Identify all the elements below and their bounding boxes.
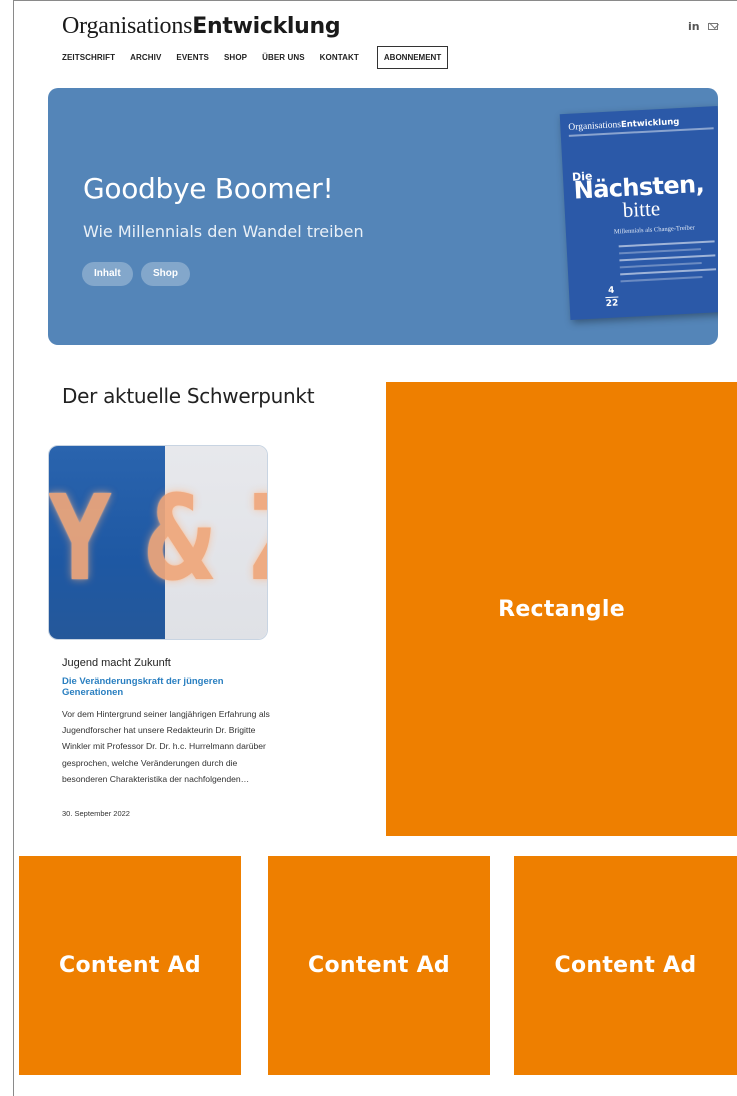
article-teaser: Vor dem Hintergrund seiner langjährigen …	[62, 709, 270, 784]
content-ad-2[interactable]: Content Ad	[268, 856, 490, 1075]
mail-icon[interactable]	[707, 23, 718, 30]
cover-year: 22	[605, 298, 619, 310]
cover-headline-2: bitte	[622, 196, 661, 223]
nav-item-kontakt[interactable]: KONTAKT	[320, 53, 359, 62]
abonnement-button[interactable]: ABONNEMENT	[376, 46, 449, 69]
cover-logo-part2: Entwicklung	[620, 117, 680, 131]
hero-inhalt-button[interactable]: Inhalt	[82, 262, 133, 286]
content-ad-1[interactable]: Content Ad	[19, 856, 241, 1075]
social-links: in	[688, 20, 718, 33]
magazine-cover[interactable]: OrganisationsEntwicklung Die Nächsten, b…	[559, 106, 718, 320]
site-logo[interactable]: OrganisationsEntwicklung	[62, 12, 341, 41]
nav-item-shop[interactable]: SHOP	[224, 53, 247, 62]
article-image-text: Y & Z	[49, 469, 267, 607]
nav-item-zeitschrift[interactable]: ZEITSCHRIFT	[62, 53, 115, 62]
article-date: 30. September 2022	[62, 809, 130, 818]
logo-text-part2: Entwicklung	[192, 14, 341, 39]
section-title: Der aktuelle Schwerpunkt	[62, 384, 315, 408]
cover-contents-lines	[618, 240, 717, 287]
article-headline-link[interactable]: Die Veränderungskraft der jüngeren Gener…	[62, 676, 262, 698]
rectangle-ad[interactable]: Rectangle	[386, 382, 737, 836]
content-ad-3[interactable]: Content Ad	[514, 856, 737, 1075]
cover-logo-part1: Organisations	[568, 120, 622, 133]
hero-shop-button[interactable]: Shop	[141, 262, 190, 286]
cover-subline: Millennials als Change-Treiber	[613, 224, 696, 236]
cover-issue: 4	[607, 285, 615, 296]
nav-item-events[interactable]: EVENTS	[176, 53, 209, 62]
main-nav: ZEITSCHRIFT ARCHIV EVENTS SHOP ÜBER UNS …	[62, 46, 449, 69]
logo-text-part1: Organisations	[62, 13, 193, 39]
nav-item-archiv[interactable]: ARCHIV	[130, 53, 161, 62]
cover-issue-number: 4 22	[605, 285, 619, 310]
article-image[interactable]: Y & Z	[48, 445, 268, 640]
article-kicker: Jugend macht Zukunft	[62, 657, 171, 669]
linkedin-icon[interactable]: in	[688, 20, 700, 33]
nav-item-ueber-uns[interactable]: ÜBER UNS	[262, 53, 305, 62]
hero-subtitle: Wie Millennials den Wandel treiben	[83, 222, 364, 241]
hero-title: Goodbye Boomer!	[83, 172, 334, 205]
hero-banner: Goodbye Boomer! Wie Millennials den Wand…	[48, 88, 718, 345]
